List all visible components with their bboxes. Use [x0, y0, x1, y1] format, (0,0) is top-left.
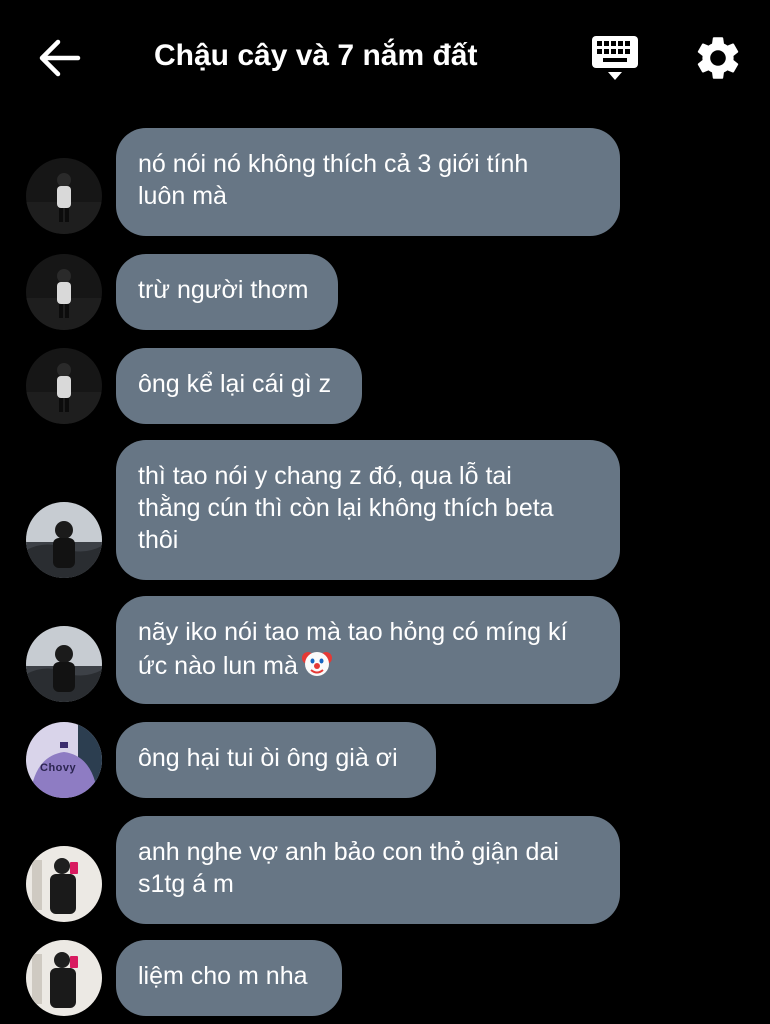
avatar[interactable]	[26, 502, 102, 578]
avatar-boy-sky-icon	[26, 502, 102, 578]
message-row: nãy iko nói tao mà tao hỏng có míng kí ứ…	[0, 596, 770, 704]
message-bubble[interactable]: ông kể lại cái gì z	[116, 348, 362, 424]
message-bubble[interactable]: liệm cho m nha	[116, 940, 342, 1016]
message-bubble[interactable]: trừ người thơm	[116, 254, 338, 330]
message-row: Chovy ông hại tui òi ông già ơi	[0, 722, 770, 798]
clown-face-icon	[301, 648, 332, 686]
message-bubble[interactable]: ông hại tui òi ông già ơi	[116, 722, 436, 798]
message-row: nó nói nó không thích cả 3 giới tính luô…	[0, 128, 770, 236]
chat-header: Chậu cây và 7 nắm đất	[0, 0, 770, 112]
keyboard-icon	[592, 36, 638, 80]
keyboard-button[interactable]	[590, 32, 644, 84]
avatar[interactable]	[26, 940, 102, 1016]
message-bubble[interactable]: thì tao nói y chang z đó, qua lỗ tai thằ…	[116, 440, 620, 580]
gear-icon	[697, 37, 739, 79]
avatar[interactable]	[26, 158, 102, 234]
message-bubble[interactable]: nó nói nó không thích cả 3 giới tính luô…	[116, 128, 620, 236]
avatar-mirror-selfie-icon	[26, 846, 102, 922]
back-button[interactable]	[36, 34, 84, 82]
avatar-mirror-selfie-icon	[26, 940, 102, 1016]
avatar[interactable]	[26, 846, 102, 922]
arrow-left-icon	[39, 39, 81, 77]
avatar[interactable]	[26, 254, 102, 330]
message-row: ông kể lại cái gì z	[0, 348, 770, 424]
avatar[interactable]: Chovy	[26, 722, 102, 798]
avatar[interactable]	[26, 626, 102, 702]
avatar-label: Chovy	[40, 762, 77, 774]
message-row: liệm cho m nha	[0, 940, 770, 1016]
message-row: trừ người thơm	[0, 254, 770, 330]
avatar-boy-sky-icon	[26, 626, 102, 702]
avatar-dark-figure-icon	[26, 348, 102, 424]
avatar-chovy-icon	[26, 722, 102, 798]
settings-button[interactable]	[692, 32, 744, 84]
avatar-dark-figure-icon	[26, 158, 102, 234]
chat-title: Chậu cây và 7 nắm đất	[154, 39, 478, 72]
message-bubble[interactable]: nãy iko nói tao mà tao hỏng có míng kí ứ…	[116, 596, 620, 704]
avatar-dark-figure-icon	[26, 254, 102, 330]
message-row: anh nghe vợ anh bảo con thỏ giận dai s1t…	[0, 816, 770, 924]
message-row: thì tao nói y chang z đó, qua lỗ tai thằ…	[0, 440, 770, 580]
message-text: nãy iko nói tao mà tao hỏng có míng kí ứ…	[138, 618, 568, 680]
message-bubble[interactable]: anh nghe vợ anh bảo con thỏ giận dai s1t…	[116, 816, 620, 924]
avatar[interactable]	[26, 348, 102, 424]
